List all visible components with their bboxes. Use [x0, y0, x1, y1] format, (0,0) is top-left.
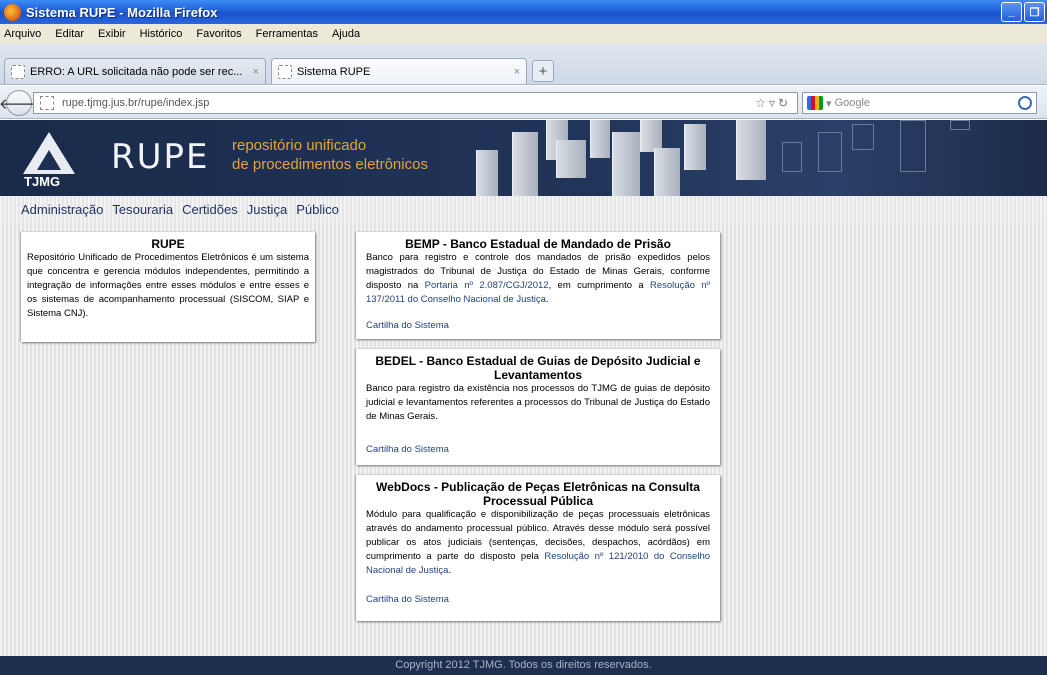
site-banner: TJMG RUPE repositório unificado de proce…	[0, 120, 1047, 196]
search-box[interactable]: ▾ Google	[802, 92, 1037, 114]
cartilha-link[interactable]: Cartilha do Sistema	[366, 594, 449, 605]
rupe-info-card: RUPE Repositório Unificado de Procedimen…	[21, 232, 315, 342]
card-body: Repositório Unificado de Procedimentos E…	[27, 252, 309, 319]
bookmark-star-icon[interactable]: ☆▿↻	[755, 96, 791, 110]
page-footer: Copyright 2012 TJMG. Todos os direitos r…	[0, 656, 1047, 675]
menu-favoritos[interactable]: Favoritos	[196, 28, 241, 40]
menu-bar: Arquivo Editar Exibir Histórico Favorito…	[0, 24, 1047, 44]
nav-administracao[interactable]: Administração	[21, 202, 103, 217]
tab-close-icon[interactable]: ×	[514, 66, 520, 78]
google-icon[interactable]	[807, 96, 823, 110]
firefox-logo-icon	[4, 3, 21, 21]
module-description: Banco para registro da existência nos pr…	[366, 383, 710, 422]
new-tab-button[interactable]: +	[532, 60, 554, 82]
nav-publico[interactable]: Público	[296, 202, 339, 217]
tab-label: Sistema RUPE	[297, 65, 371, 78]
nav-tesouraria[interactable]: Tesouraria	[112, 202, 173, 217]
module-description: Módulo para qualificação e disponibiliza…	[366, 509, 711, 576]
menu-ajuda[interactable]: Ajuda	[332, 28, 360, 40]
app-name: RUPE	[111, 137, 210, 177]
module-title: WebDocs - Publicação de Peças Eletrônica…	[376, 480, 700, 508]
page-content: TJMG RUPE repositório unificado de proce…	[0, 120, 1047, 675]
window-title: Sistema RUPE - Mozilla Firefox	[26, 4, 218, 20]
nav-justica[interactable]: Justiça	[247, 202, 287, 217]
back-button[interactable]: 🡐	[0, 90, 39, 116]
navigation-bar: 🡐 rupe.tjmg.jus.br/rupe/index.jsp ☆▿↻ ▾ …	[0, 86, 1047, 119]
card-title: RUPE	[151, 237, 185, 251]
tab-bar: ERRO: A URL solicitada não pode ser rec.…	[0, 44, 1047, 85]
blank-page-icon	[278, 64, 292, 79]
menu-editar[interactable]: Editar	[55, 28, 84, 40]
search-icon[interactable]	[1018, 96, 1032, 110]
module-card-bemp: BEMP - Banco Estadual de Mandado de Pris…	[356, 232, 720, 339]
portaria-link[interactable]: Portaria nº 2.087/CGJ/2012	[425, 280, 549, 291]
menu-exibir[interactable]: Exibir	[98, 28, 126, 40]
tagline: repositório unificado de procedimentos e…	[232, 137, 428, 173]
tab-close-icon[interactable]: ×	[253, 66, 259, 78]
menu-historico[interactable]: Histórico	[140, 28, 183, 40]
org-name: TJMG	[24, 174, 61, 189]
tab-sistema-rupe[interactable]: Sistema RUPE ×	[271, 58, 527, 84]
site-identity-icon[interactable]	[40, 96, 54, 110]
tab-label: ERRO: A URL solicitada não pode ser rec.…	[30, 65, 243, 78]
blank-page-icon	[11, 64, 25, 79]
cartilha-link[interactable]: Cartilha do Sistema	[366, 444, 449, 455]
minimize-button[interactable]: _	[1001, 2, 1022, 22]
module-title: BEDEL - Banco Estadual de Guias de Depós…	[375, 354, 701, 382]
restore-button[interactable]: ❐	[1024, 2, 1045, 22]
module-title: BEMP - Banco Estadual de Mandado de Pris…	[405, 237, 671, 251]
menu-ferramentas[interactable]: Ferramentas	[256, 28, 318, 40]
module-description: Banco para registro e controle dos manda…	[366, 252, 710, 305]
tab-erro[interactable]: ERRO: A URL solicitada não pode ser rec.…	[4, 58, 266, 84]
main-nav: Administração Tesouraria Certidões Justi…	[0, 196, 1047, 222]
menu-arquivo[interactable]: Arquivo	[4, 28, 41, 40]
url-bar[interactable]: rupe.tjmg.jus.br/rupe/index.jsp ☆▿↻	[33, 92, 798, 114]
nav-certidoes[interactable]: Certidões	[182, 202, 238, 217]
module-card-bedel: BEDEL - Banco Estadual de Guias de Depós…	[356, 349, 720, 465]
search-dropdown-icon[interactable]: ▾	[826, 97, 835, 110]
module-card-webdocs: WebDocs - Publicação de Peças Eletrônica…	[356, 475, 720, 621]
search-placeholder: Google	[834, 97, 871, 109]
url-text: rupe.tjmg.jus.br/rupe/index.jsp	[62, 97, 210, 109]
cartilha-link[interactable]: Cartilha do Sistema	[366, 320, 449, 331]
window-titlebar: Sistema RUPE - Mozilla Firefox _ ❐	[0, 0, 1047, 24]
